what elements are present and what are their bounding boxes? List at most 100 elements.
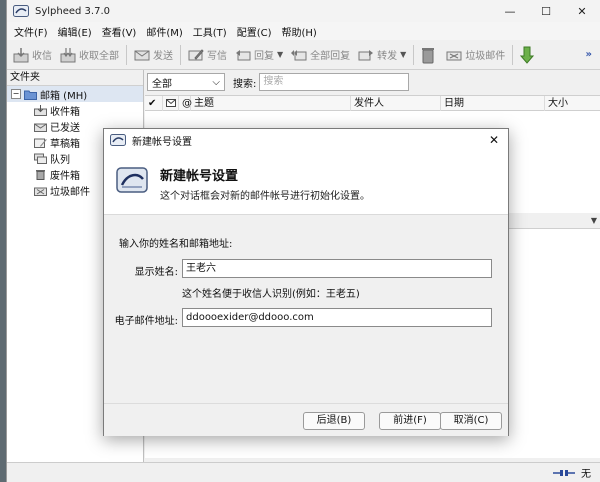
receive-button[interactable]: 收信 <box>9 43 56 67</box>
dialog-heading: 新建帐号设置 <box>160 169 239 184</box>
chevron-down-icon: ⌵ <box>212 76 220 88</box>
dialog-title: 新建帐号设置 <box>132 136 192 148</box>
forward-icon <box>358 49 374 60</box>
minimize-button[interactable]: — <box>492 0 528 22</box>
app-logo-icon <box>13 5 29 17</box>
reply-icon <box>236 49 251 60</box>
account-setup-icon <box>116 167 148 193</box>
email-address-label: 电子邮件地址: <box>114 316 178 327</box>
folder-pane-header: 文件夹 <box>7 70 143 86</box>
tree-collapse-icon[interactable]: − <box>11 89 21 99</box>
maximize-button[interactable]: ☐ <box>528 0 564 22</box>
filter-select[interactable]: 全部 ⌵ <box>147 73 225 91</box>
dialog-close-button[interactable]: ✕ <box>480 133 508 147</box>
column-unread[interactable] <box>163 96 179 111</box>
column-date[interactable]: 日期 <box>441 96 545 111</box>
receive-all-label: 收取全部 <box>79 51 119 62</box>
receive-all-icon <box>60 47 76 62</box>
menu-help[interactable]: 帮助(H) <box>277 24 322 39</box>
email-address-field[interactable]: ddoooexider@ddooo.com <box>182 308 492 327</box>
trash-can-icon <box>422 47 435 63</box>
folder-trash-label: 废件箱 <box>50 170 80 182</box>
window-title: Sylpheed 3.7.0 <box>35 5 111 17</box>
mailbox-folder-icon <box>24 90 37 100</box>
back-button[interactable]: 后退(B) <box>303 412 365 430</box>
junk-folder-icon <box>34 187 47 196</box>
status-text: 无 <box>581 469 591 480</box>
search-input[interactable]: 搜索 <box>259 73 410 91</box>
display-name-label: 显示姓名: <box>134 267 178 278</box>
column-size[interactable]: 大小 <box>545 96 600 111</box>
send-button[interactable]: 发送 <box>130 43 177 67</box>
search-label: 搜索: <box>233 78 257 90</box>
receive-mail-icon <box>13 47 29 62</box>
next-button[interactable] <box>516 43 541 67</box>
filter-select-value: 全部 <box>152 78 172 90</box>
dialog-description: 这个对话框会对新的邮件帐号进行初始化设置。 <box>160 191 370 202</box>
forward-dropdown-icon[interactable]: ▼ <box>400 50 406 59</box>
column-mark[interactable]: ✔ <box>145 96 163 111</box>
menu-tools[interactable]: 工具(T) <box>188 24 232 39</box>
app-logo-icon <box>110 134 126 146</box>
folder-sent-label: 已发送 <box>50 122 80 134</box>
drafts-folder-icon <box>34 138 47 148</box>
toolbar: 收信 收取全部 发送 写信 回复 ▼ 全部回复 转发 ▼ 垃圾邮件 » <box>7 40 600 70</box>
junk-label: 垃圾邮件 <box>465 51 506 62</box>
menu-configuration[interactable]: 配置(C) <box>232 24 277 39</box>
folder-inbox[interactable]: 收件箱 <box>7 102 143 118</box>
reply-label: 回复 <box>254 51 274 62</box>
reply-all-label: 全部回复 <box>310 51 351 62</box>
column-from[interactable]: 发件人 <box>351 96 441 111</box>
column-attachment[interactable]: @ <box>179 96 192 111</box>
compose-button[interactable]: 写信 <box>184 43 231 67</box>
folder-drafts-label: 草稿箱 <box>50 138 80 150</box>
reply-dropdown-icon[interactable]: ▼ <box>277 50 283 59</box>
folder-mailbox[interactable]: − 邮箱 (MH) <box>7 86 143 102</box>
scroll-down-icon[interactable]: ▼ <box>591 216 597 225</box>
folder-queue-label: 队列 <box>50 154 70 166</box>
dialog-header: 新建帐号设置 这个对话框会对新的邮件帐号进行初始化设置。 <box>104 151 508 215</box>
status-bar: 无 <box>7 462 600 482</box>
display-name-field[interactable]: 王老六 <box>182 259 492 278</box>
folder-mailbox-label: 邮箱 (MH) <box>40 90 88 102</box>
compose-icon <box>188 48 204 60</box>
sent-folder-icon <box>34 123 47 132</box>
send-label: 发送 <box>153 51 173 62</box>
close-button[interactable]: ✕ <box>564 0 600 22</box>
menu-message[interactable]: 邮件(M) <box>141 24 187 39</box>
dialog-footer: 后退(B) 前进(F) 取消(C) <box>104 403 508 436</box>
envelope-icon <box>166 99 176 107</box>
toolbar-separator <box>413 44 415 65</box>
forward-label: 转发 <box>377 51 398 62</box>
new-account-dialog: 新建帐号设置 ✕ 新建帐号设置 这个对话框会对新的邮件帐号进行初始化设置。 输入… <box>103 128 509 436</box>
receive-label: 收信 <box>32 51 52 62</box>
menu-bar: 文件(F) 编辑(E) 查看(V) 邮件(M) 工具(T) 配置(C) 帮助(H… <box>7 22 600 40</box>
column-subject[interactable]: 主题 <box>191 96 351 111</box>
queue-folder-icon <box>34 153 47 164</box>
network-status-icon[interactable] <box>553 468 575 478</box>
receive-all-button[interactable]: 收取全部 <box>56 43 123 67</box>
junk-mail-icon <box>446 51 462 60</box>
title-bar: Sylpheed 3.7.0 — ☐ ✕ <box>7 0 600 22</box>
dialog-title-bar: 新建帐号设置 ✕ <box>104 129 508 151</box>
filter-bar: 全部 ⌵ 搜索: 搜索 <box>145 70 600 94</box>
trash-folder-icon <box>36 169 45 180</box>
toolbar-separator <box>180 44 181 65</box>
forward-button[interactable]: 转发 ▼ <box>354 43 410 67</box>
menu-file[interactable]: 文件(F) <box>9 24 53 39</box>
folder-inbox-label: 收件箱 <box>50 106 80 118</box>
toolbar-separator <box>126 44 127 65</box>
next-step-button[interactable]: 前进(F) <box>379 412 441 430</box>
toolbar-overflow-button[interactable]: » <box>586 49 592 60</box>
folder-junk-label: 垃圾邮件 <box>50 186 90 198</box>
junk-button[interactable]: 垃圾邮件 <box>442 43 509 67</box>
reply-all-button[interactable]: 全部回复 <box>287 43 354 67</box>
toolbar-separator <box>512 44 514 65</box>
reply-button[interactable]: 回复 ▼ <box>231 43 287 67</box>
cancel-button[interactable]: 取消(C) <box>440 412 502 430</box>
compose-label: 写信 <box>207 51 227 62</box>
menu-view[interactable]: 查看(V) <box>97 24 142 39</box>
delete-button[interactable] <box>417 43 442 67</box>
send-mail-icon <box>134 50 150 60</box>
menu-edit[interactable]: 编辑(E) <box>53 24 97 39</box>
